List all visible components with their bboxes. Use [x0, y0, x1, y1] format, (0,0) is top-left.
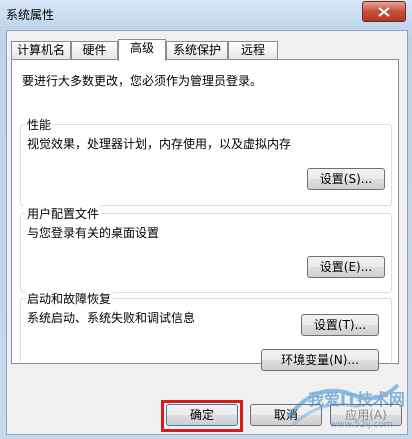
system-properties-window: 系统属性 计算机名 硬件 高级 系统保护 远程 要进行大多数更改，您必须作为管理…	[0, 0, 412, 439]
environment-variables-button[interactable]: 环境变量(N)...	[261, 349, 379, 371]
tab-system-protection[interactable]: 系统保护	[166, 41, 228, 59]
startup-recovery-title: 启动和故障恢复	[25, 290, 114, 307]
user-profiles-settings-button[interactable]: 设置(E)...	[307, 256, 385, 278]
performance-settings-button[interactable]: 设置(S)...	[307, 168, 385, 190]
apply-button[interactable]: 应用(A)	[330, 404, 402, 426]
tab-remote[interactable]: 远程	[228, 41, 278, 59]
tab-advanced[interactable]: 高级	[118, 39, 166, 61]
ok-button[interactable]: 确定	[166, 404, 238, 426]
tab-hardware[interactable]: 硬件	[71, 41, 118, 59]
startup-recovery-description: 系统启动、系统失败和调试信息	[27, 311, 196, 325]
user-profiles-description: 与您登录有关的桌面设置	[27, 226, 160, 240]
performance-description: 视觉效果，处理器计划，内存使用，以及虚拟内存	[27, 137, 292, 151]
startup-recovery-settings-button[interactable]: 设置(T)...	[301, 314, 379, 336]
window-title: 系统属性	[6, 8, 55, 22]
performance-title: 性能	[25, 116, 54, 133]
close-icon	[378, 6, 390, 17]
admin-notice: 要进行大多数更改，您必须作为管理员登录。	[22, 74, 263, 88]
title-bar[interactable]: 系统属性	[0, 0, 412, 28]
performance-group: 性能 视觉效果，处理器计划，内存使用，以及虚拟内存 设置(S)...	[20, 116, 392, 206]
close-button[interactable]	[362, 1, 406, 22]
user-profiles-title: 用户配置文件	[25, 205, 102, 222]
tab-computer-name[interactable]: 计算机名	[11, 41, 71, 59]
user-profiles-group: 用户配置文件 与您登录有关的桌面设置 设置(E)...	[20, 205, 392, 293]
dialog-body: 计算机名 硬件 高级 系统保护 远程 要进行大多数更改，您必须作为管理员登录。 …	[6, 30, 408, 435]
cancel-button[interactable]: 取消	[250, 404, 322, 426]
